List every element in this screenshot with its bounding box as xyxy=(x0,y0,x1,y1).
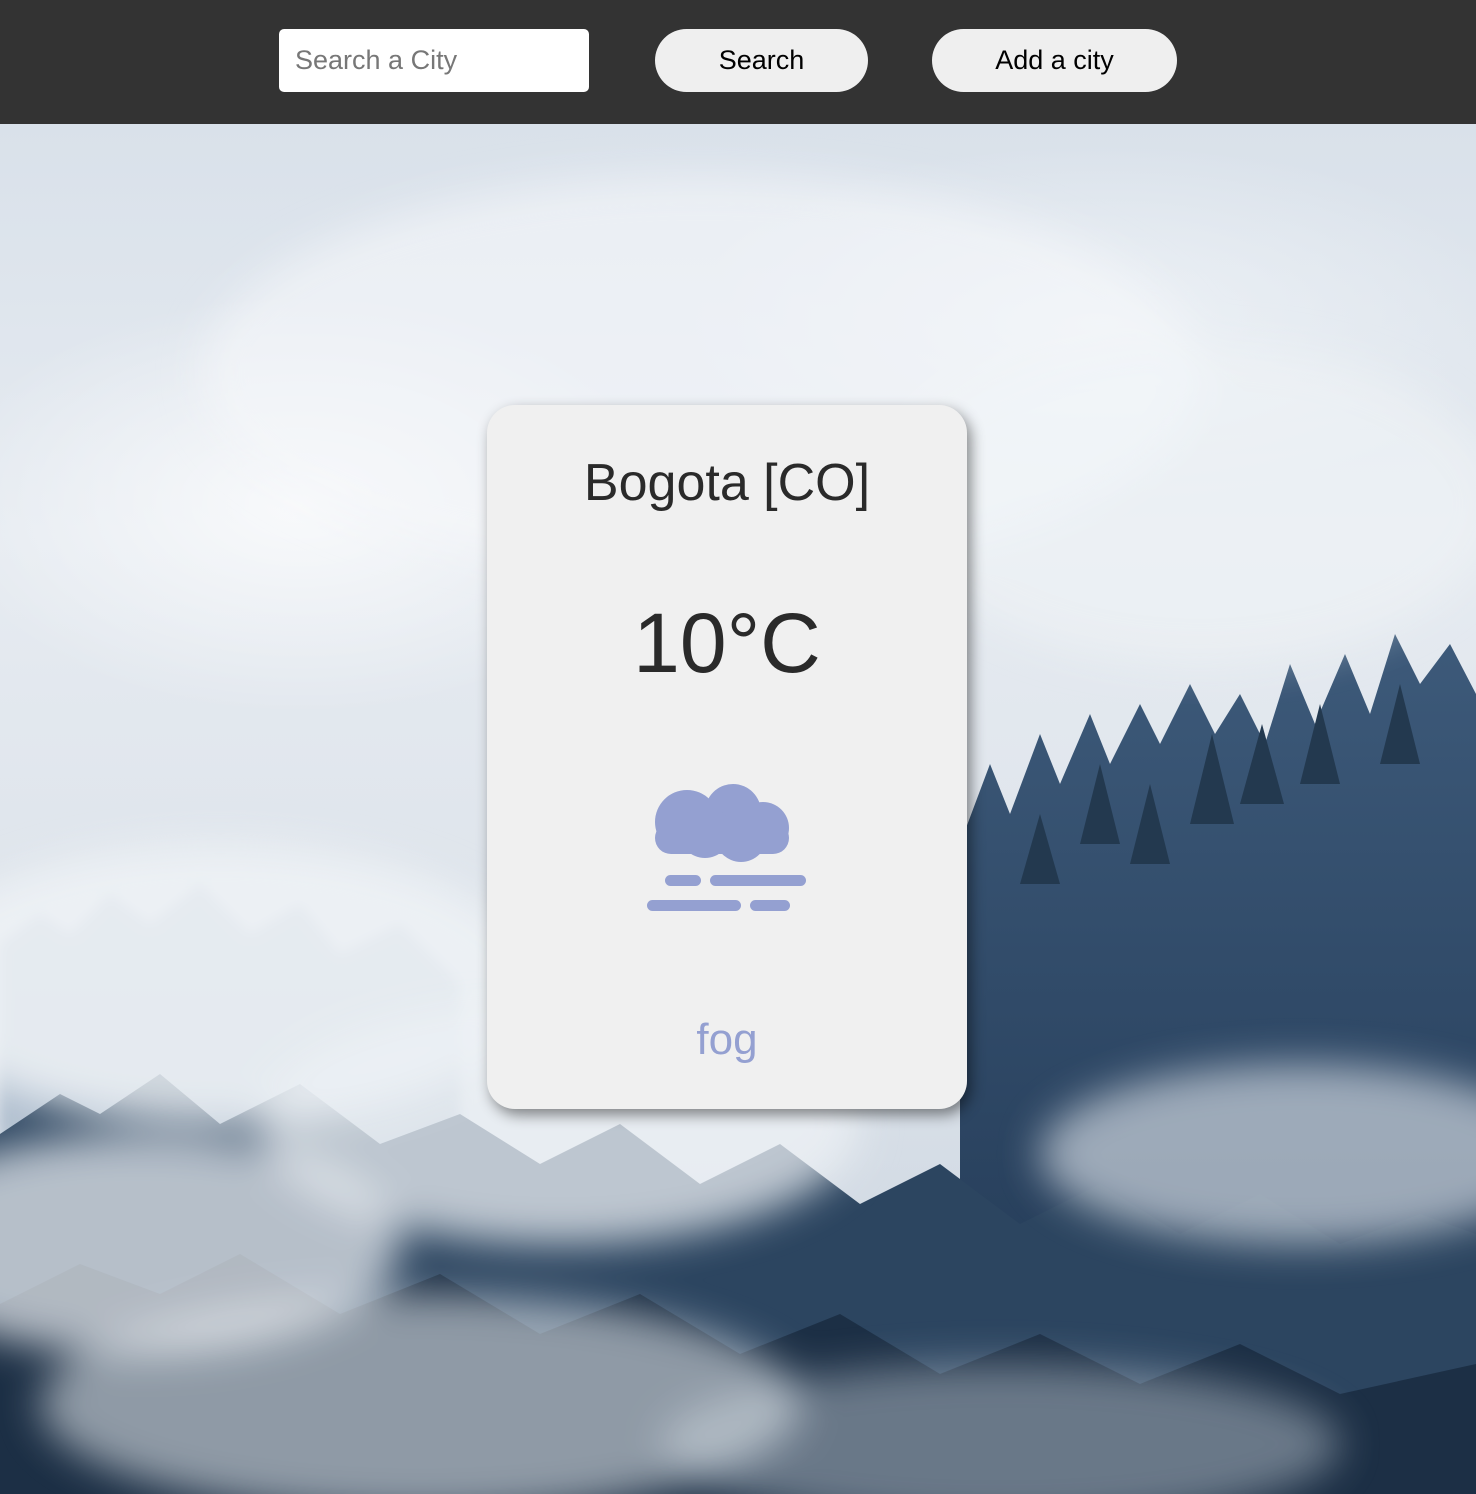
top-bar: Search Add a city xyxy=(0,0,1476,124)
weather-condition: fog xyxy=(696,1015,758,1064)
search-button[interactable]: Search xyxy=(655,29,868,92)
weather-card: Bogota [CO] 10°C fog xyxy=(487,405,967,1109)
search-input[interactable] xyxy=(279,29,589,92)
fog-icon xyxy=(645,780,811,916)
add-city-button[interactable]: Add a city xyxy=(932,29,1177,92)
temperature: 10°C xyxy=(633,596,821,690)
weather-app: Search Add a city xyxy=(0,0,1476,1494)
city-name: Bogota [CO] xyxy=(583,454,871,512)
